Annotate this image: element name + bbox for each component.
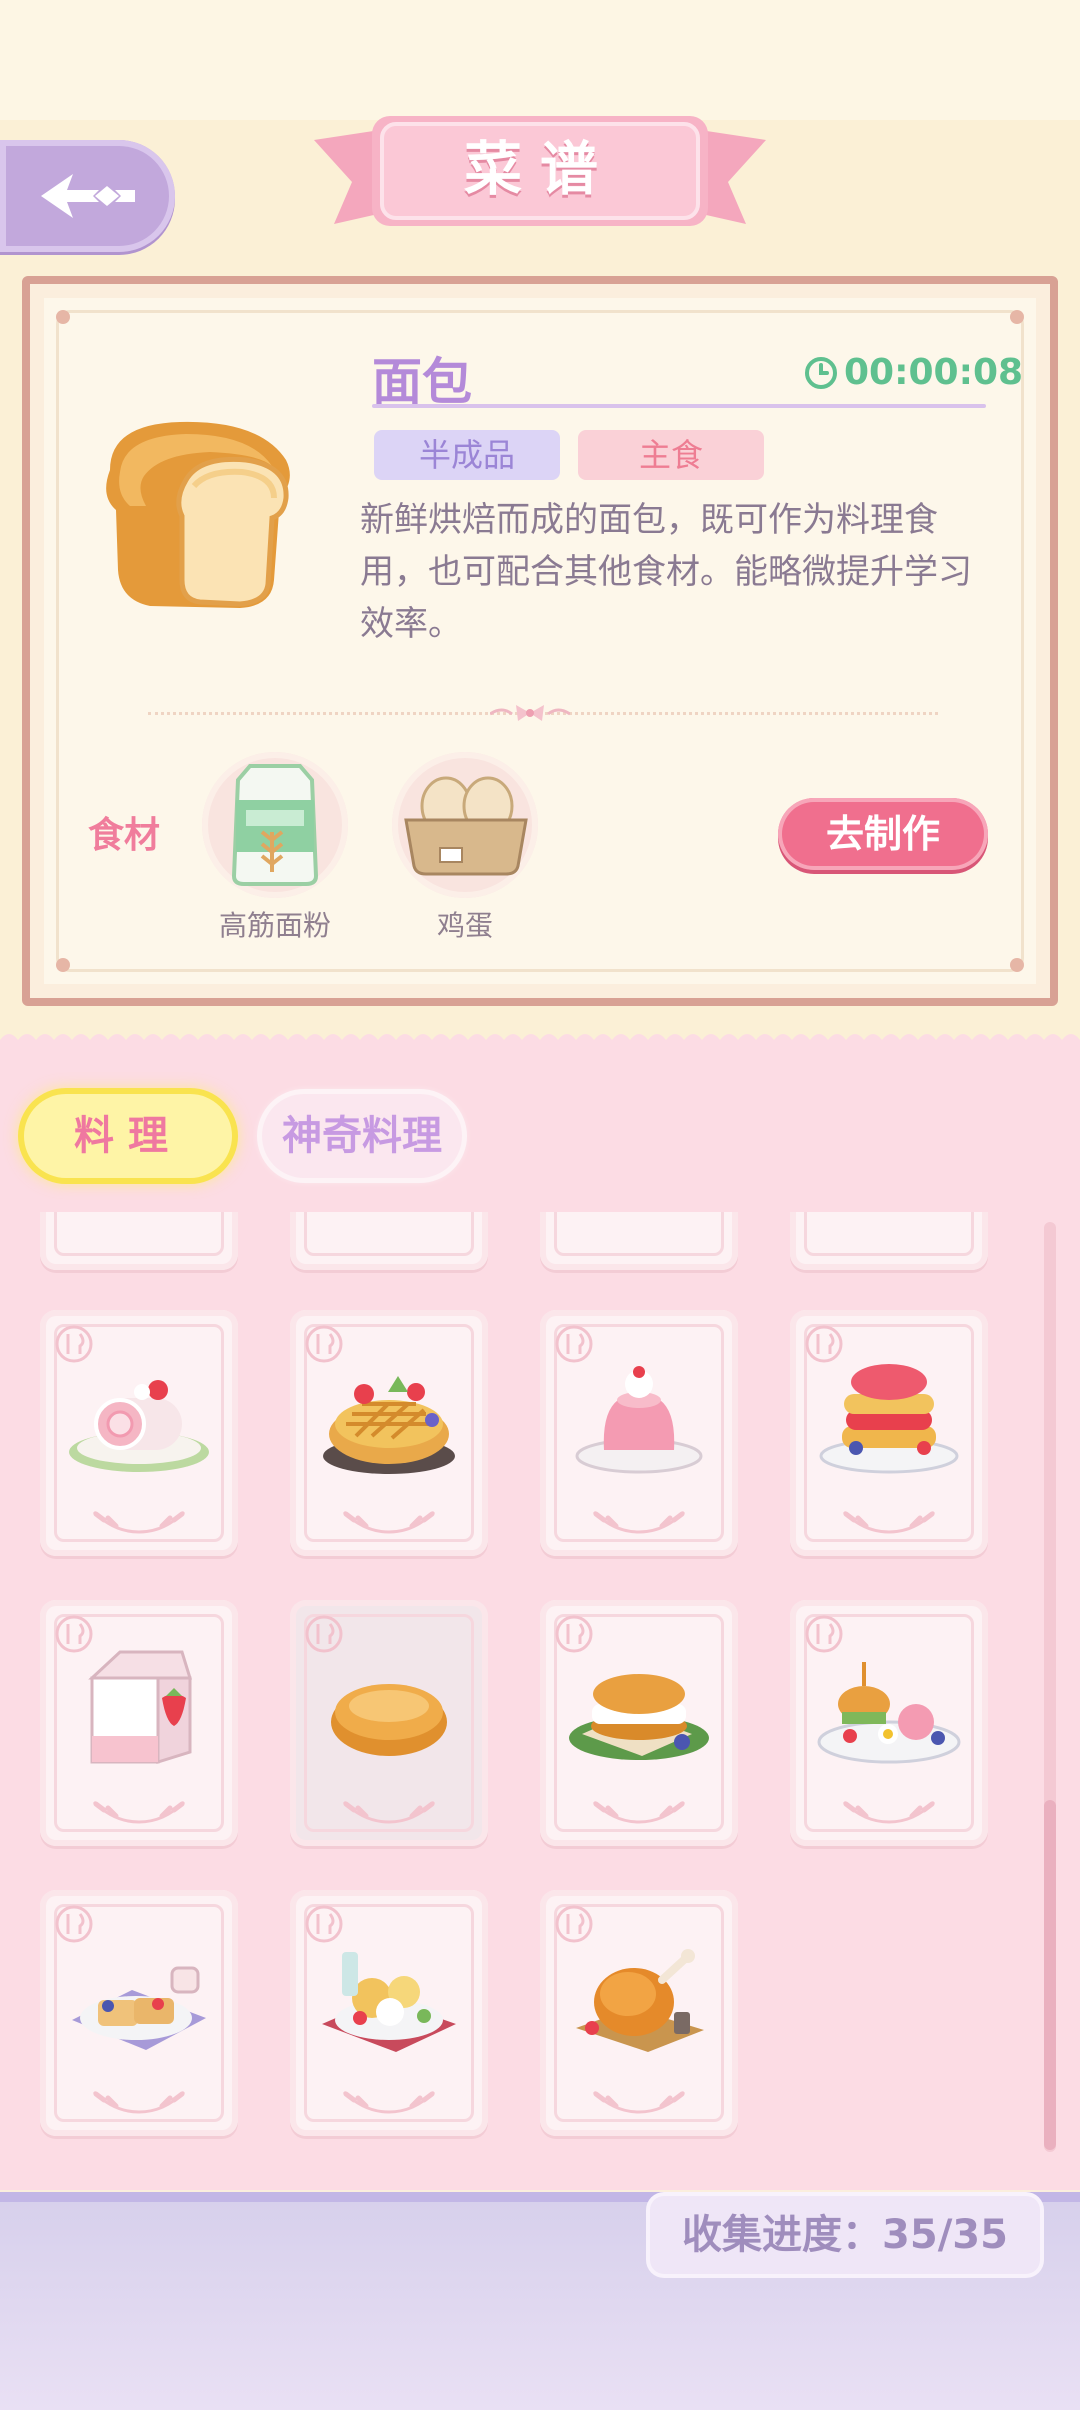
laurel-icon (592, 1510, 686, 1534)
tab-cooking[interactable]: 料理 (24, 1094, 232, 1178)
egg-sandwich-icon (569, 1674, 709, 1760)
strawberry-milk-icon (88, 1650, 193, 1765)
recipe-grid (0, 1212, 1080, 2148)
strawberry-roll-cake-icon (69, 1380, 209, 1472)
breakfast-platter-icon (817, 1662, 961, 1764)
laurel-icon (592, 2090, 686, 2114)
tag-semi-finished: 半成品 (374, 430, 560, 480)
laurel-icon (342, 1800, 436, 1824)
recipe-card[interactable] (290, 1890, 488, 2136)
recipe-description: 新鲜烘焙而成的面包，既可作为料理食用，也可配合其他食材。能略微提升学习效率。 (360, 500, 972, 644)
recipe-card[interactable] (540, 1310, 738, 1556)
ingredients-label: 食材 (88, 815, 161, 856)
laurel-icon (92, 1510, 186, 1534)
ingredient-egg[interactable] (392, 752, 538, 898)
fruit-salad-plate-icon (322, 1952, 456, 2052)
recipe-card-selected[interactable] (290, 1600, 488, 1846)
recipe-card[interactable] (540, 1600, 738, 1846)
timer-text: 00:00:08 (844, 352, 1024, 393)
recipe-card[interactable] (540, 1890, 738, 2136)
laurel-icon (842, 1510, 936, 1534)
recipe-card[interactable] (40, 1890, 238, 2136)
recipe-card[interactable] (40, 1212, 238, 1270)
laurel-icon (842, 1800, 936, 1824)
ingredient-name: 鸡蛋 (436, 909, 493, 942)
corner-dot (1010, 310, 1024, 324)
fruit-tart-icon (323, 1376, 455, 1474)
strawberry-pudding-icon (575, 1366, 703, 1474)
flour-bag-icon (231, 764, 319, 886)
corner-dot (56, 958, 70, 972)
roast-chicken-icon (576, 1949, 704, 2052)
laurel-icon (92, 2090, 186, 2114)
page-title: 菜谱 (463, 135, 616, 203)
egg-carton-icon (404, 776, 528, 876)
berry-pancakes-icon (819, 1364, 959, 1474)
make-button[interactable]: 去制作 (778, 798, 988, 870)
make-button-label: 去制作 (825, 812, 940, 856)
recipe-card[interactable] (290, 1310, 488, 1556)
laurel-icon (592, 1800, 686, 1824)
scallop-border (0, 1034, 1080, 1058)
name-underline (372, 404, 986, 408)
recipe-card[interactable] (40, 1310, 238, 1556)
recipe-card[interactable] (540, 1212, 738, 1270)
cook-timer: 00:00:08 (804, 352, 1023, 393)
clock-icon (805, 356, 837, 389)
bread-icon (106, 421, 290, 608)
french-toast-icon (72, 1966, 206, 2050)
scrollbar-thumb[interactable] (1044, 1800, 1056, 2150)
laurel-icon (342, 1510, 436, 1534)
recipe-card[interactable] (290, 1212, 488, 1270)
collection-progress: 收集进度：35/35 (650, 2196, 1040, 2274)
corner-dot (1010, 958, 1024, 972)
ingredient-name: 高筋面粉 (218, 909, 331, 942)
bow-icon (490, 705, 570, 721)
ingredient-flour[interactable] (202, 752, 348, 898)
recipe-card[interactable] (790, 1212, 988, 1270)
laurel-icon (92, 1800, 186, 1824)
tab-magic-cooking[interactable]: 神奇料理 (262, 1094, 462, 1178)
recipe-card[interactable] (790, 1310, 988, 1556)
recipe-card[interactable] (790, 1600, 988, 1846)
tag-staple: 主食 (578, 430, 764, 480)
bread-icon (331, 1684, 447, 1756)
corner-dot (56, 310, 70, 324)
recipe-card[interactable] (40, 1600, 238, 1846)
laurel-icon (342, 2090, 436, 2114)
